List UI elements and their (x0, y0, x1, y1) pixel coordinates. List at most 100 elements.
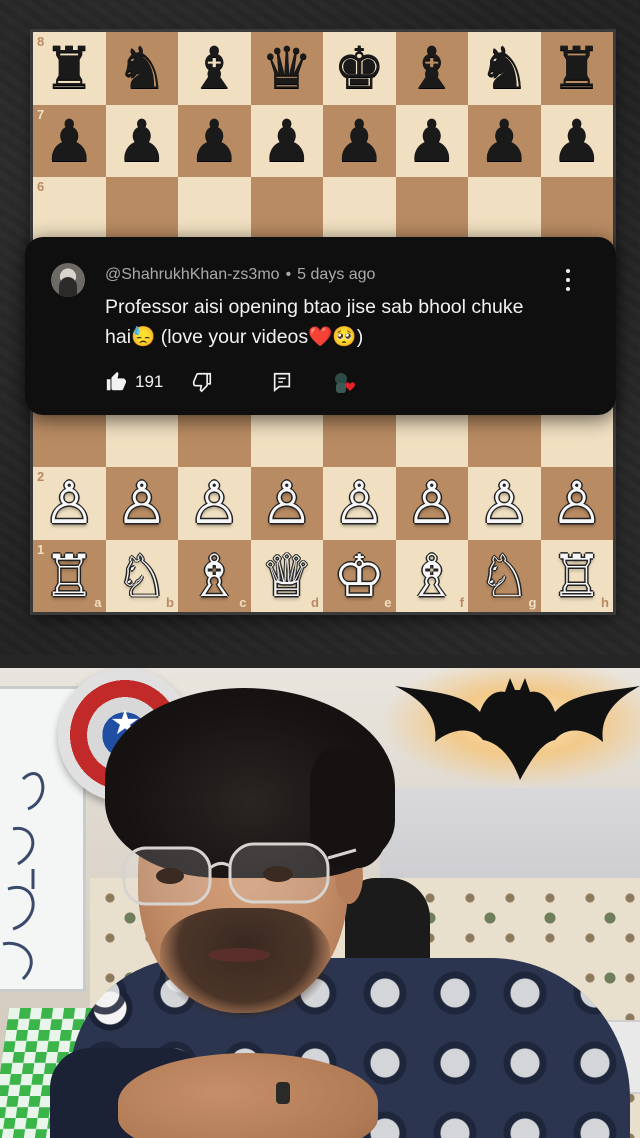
comment-card: @ShahrukhKhan-zs3mo • 5 days ago Professor… (25, 237, 616, 415)
rank-label: 8 (37, 34, 45, 49)
board-square: h ♖ (540, 539, 613, 612)
glasses-icon (122, 842, 357, 906)
more-options-icon[interactable] (560, 269, 576, 291)
rank-label: 6 (37, 179, 45, 194)
file-label: c (239, 595, 247, 610)
rank-label: 2 (37, 469, 45, 484)
sweat-emoji: 😓 (131, 326, 156, 348)
comment-text-part: ) (356, 326, 364, 348)
board-square: c ♗ (178, 539, 251, 612)
board-square: d ♕ (250, 539, 323, 612)
board-square: ♜ (540, 32, 613, 105)
comment-text-part: hai (105, 326, 132, 348)
board-square: ♟ (105, 104, 178, 177)
mouth (208, 948, 270, 962)
thumb-down-icon[interactable] (191, 371, 213, 393)
comment-age: 5 days ago (297, 266, 376, 283)
chess-piece: ♝ (405, 34, 458, 103)
board-square: ♞ (105, 32, 178, 105)
board-square: 2 ♙ (33, 467, 106, 540)
chess-piece: ♟ (550, 106, 603, 175)
chess-piece: ♟ (333, 106, 386, 175)
chess-piece: ♙ (405, 469, 458, 538)
webcam-video: ★ (0, 668, 640, 1138)
board-square: b ♘ (105, 539, 178, 612)
board-square: ♟ (540, 104, 613, 177)
board-square: ♙ (178, 467, 251, 540)
chess-piece: ♟ (43, 106, 96, 175)
chess-piece: ♙ (43, 469, 96, 538)
pleading-emoji: 🥺 (332, 326, 357, 348)
chess-piece: ♔ (333, 541, 386, 610)
ring (276, 1082, 290, 1104)
chess-piece: ♞ (478, 34, 531, 103)
chess-piece: ♖ (43, 541, 96, 610)
board-square: 8 ♜ (33, 32, 106, 105)
chess-piece: ♙ (188, 469, 241, 538)
beard (160, 908, 330, 1018)
chess-piece: ♚ (333, 34, 386, 103)
chess-piece: ♜ (43, 34, 96, 103)
chess-piece: ♙ (115, 469, 168, 538)
rank-label: 1 (37, 541, 45, 557)
creator-heart-icon (332, 371, 360, 395)
file-label: g (528, 595, 537, 610)
board-square: ♙ (250, 467, 323, 540)
like-count: 191 (135, 372, 164, 391)
comment-text: Professor aisi opening btao jise sab bho… (105, 292, 575, 352)
comment-text-line1: Professor aisi opening btao jise sab bho… (105, 296, 524, 318)
file-label: e (384, 595, 392, 610)
chess-piece: ♞ (115, 34, 168, 103)
board-square: 7 ♟ (33, 104, 106, 177)
comment-text-part: (love your videos (155, 326, 309, 348)
comment-text-line2: hai😓 (love your videos❤️🥺) (105, 322, 575, 352)
board-square: ♞ (468, 32, 541, 105)
meta-separator: • (285, 266, 292, 283)
heart-emoji: ❤️ (308, 326, 333, 348)
chess-piece: ♛ (260, 34, 313, 103)
chess-piece: ♟ (115, 106, 168, 175)
comment-author[interactable]: @ShahrukhKhan-zs3mo (105, 266, 280, 283)
board-square: ♟ (468, 104, 541, 177)
board-square: ♝ (395, 32, 468, 105)
chess-piece: ♜ (550, 34, 603, 103)
chess-piece: ♕ (260, 541, 313, 610)
board-square: ♟ (178, 104, 251, 177)
chess-piece: ♙ (260, 469, 313, 538)
board-square: ♙ (468, 467, 541, 540)
chess-piece: ♗ (188, 541, 241, 610)
board-square: ♚ (323, 32, 396, 105)
comment-meta: @ShahrukhKhan-zs3mo • 5 days ago (105, 266, 375, 284)
chess-piece: ♙ (550, 469, 603, 538)
board-square: ♙ (323, 467, 396, 540)
chess-piece: ♗ (405, 541, 458, 610)
chess-piece: ♙ (333, 469, 386, 538)
chess-piece: ♟ (188, 106, 241, 175)
board-square: ♟ (323, 104, 396, 177)
chess-piece: ♘ (115, 541, 168, 610)
chess-piece: ♟ (478, 106, 531, 175)
board-square: ♙ (540, 467, 613, 540)
reply-icon[interactable] (271, 371, 293, 393)
chess-piece: ♘ (478, 541, 531, 610)
board-square: ♝ (178, 32, 251, 105)
file-label: d (311, 595, 319, 610)
file-label: b (166, 595, 174, 610)
chess-piece: ♟ (260, 106, 313, 175)
board-square: ♟ (395, 104, 468, 177)
file-label: a (94, 595, 102, 610)
board-square: 1 a ♖ (33, 539, 106, 612)
board-square: g ♘ (468, 539, 541, 612)
board-square: e ♔ (323, 539, 396, 612)
chess-piece: ♖ (550, 541, 603, 610)
board-square: ♟ (250, 104, 323, 177)
comment-actions: 191 (105, 369, 293, 395)
avatar[interactable] (51, 263, 85, 297)
board-square: ♙ (105, 467, 178, 540)
board-square: f ♗ (395, 539, 468, 612)
file-label: f (459, 595, 464, 610)
thumb-up-icon[interactable] (105, 371, 127, 393)
chess-piece: ♙ (478, 469, 531, 538)
wall (380, 788, 640, 888)
bat-logo-icon (395, 678, 640, 780)
